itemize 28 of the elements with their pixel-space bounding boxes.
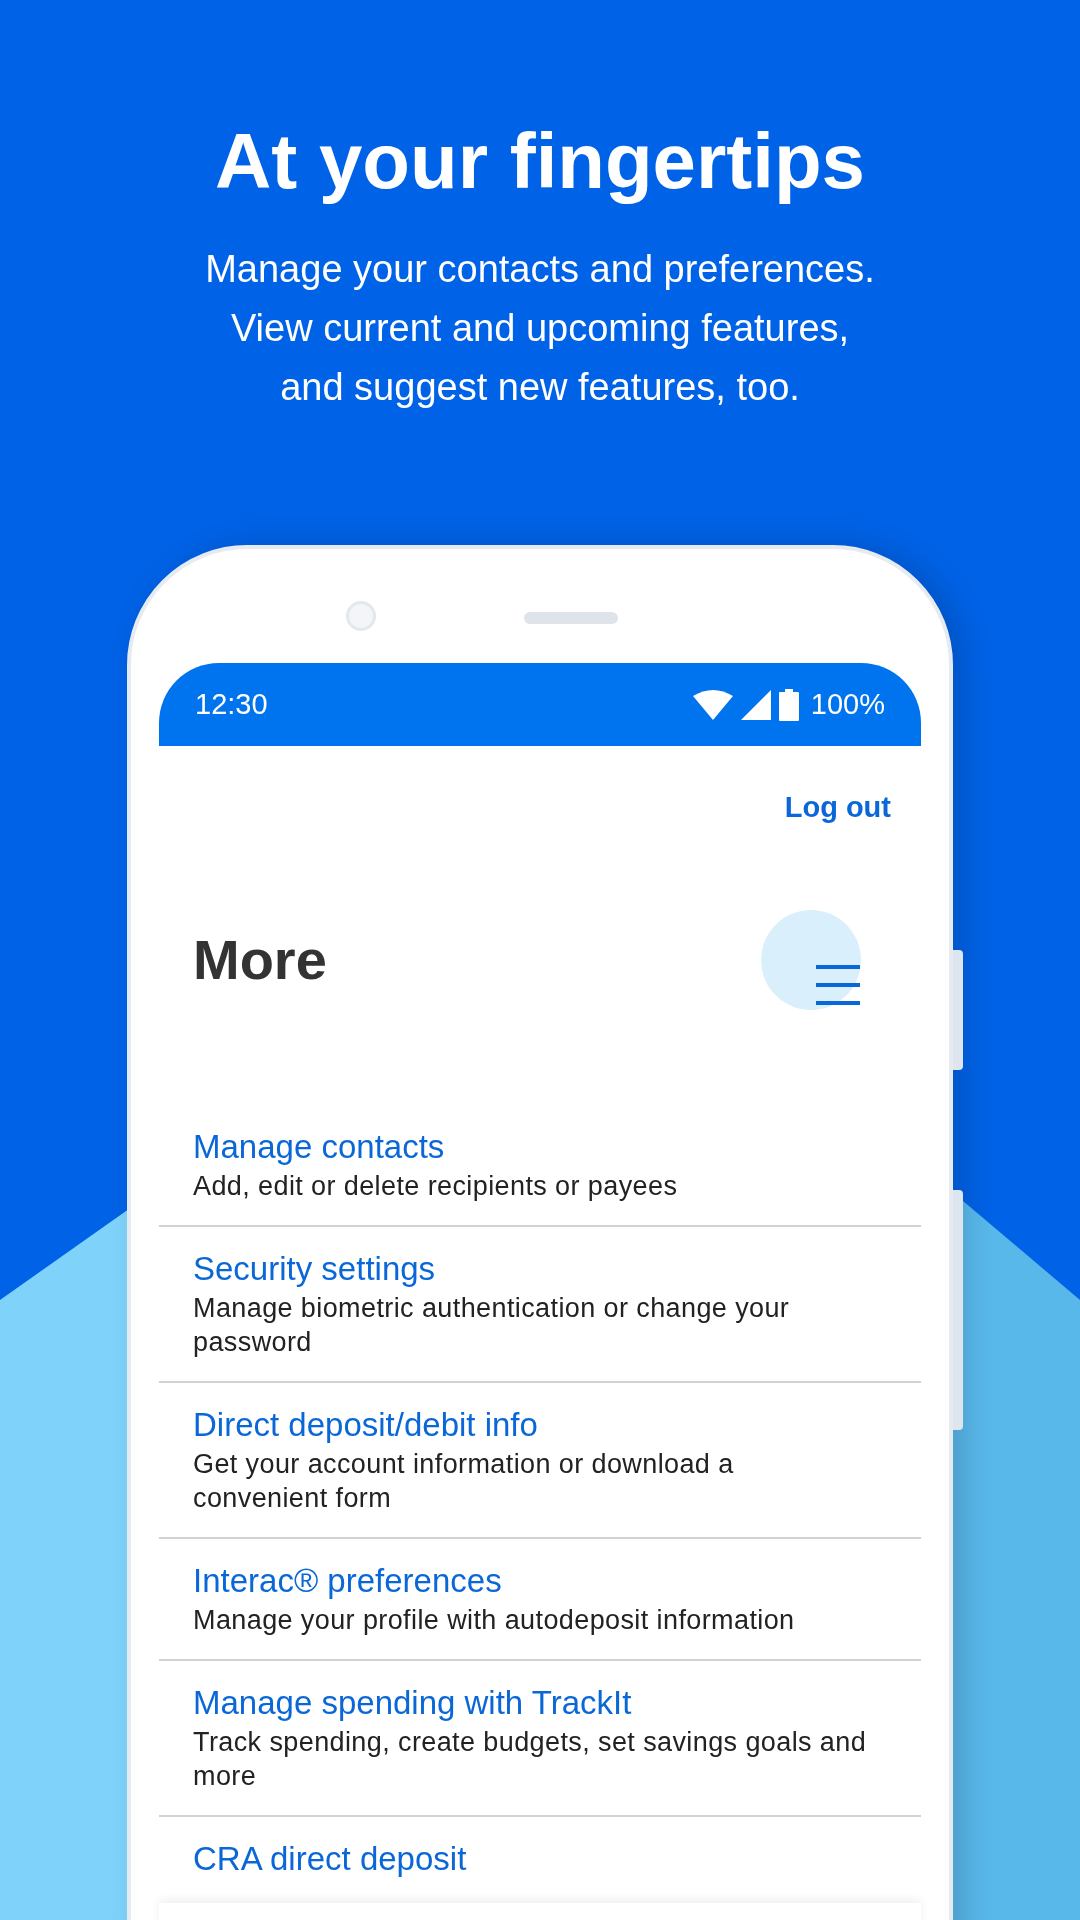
status-time: 12:30	[195, 686, 268, 722]
menu-item[interactable]: Interac® preferences Manage your profile with autodeposit information	[159, 1538, 921, 1661]
menu-item-title: Manage spending with TrackIt	[193, 1682, 633, 1723]
menu-item-title: Direct deposit/debit info	[193, 1404, 539, 1445]
menu-item[interactable]: Security settings Manage biometric authentication or change your password	[159, 1226, 921, 1383]
menu-item-title: Manage contacts	[193, 1126, 446, 1167]
battery-icon	[778, 688, 799, 721]
menu-item[interactable]: Manage contacts Add, edit or delete recipients or payees	[159, 1104, 921, 1227]
menu-item-description: Manage biometric authentication or change your password	[193, 1291, 791, 1359]
menu-item-description: Get your account information or download a convenient form	[193, 1447, 735, 1515]
menu-item-description: Track spending, create budgets, set savings goals and more	[193, 1725, 868, 1793]
menu-icon	[816, 964, 860, 1005]
wifi-icon	[692, 689, 733, 720]
subtitle-line: Manage your contacts and preferences.	[205, 247, 875, 292]
menu-item-description: Manage your profile with autodeposit information	[193, 1603, 796, 1637]
subtitle-line: and suggest new features, too.	[280, 365, 800, 410]
page-title: More	[193, 926, 327, 993]
menu-item[interactable]: CRA direct deposit	[159, 1816, 921, 1903]
menu-item-title: CRA direct deposit	[193, 1838, 468, 1879]
menu-item-description: Add, edit or delete recipients or payees	[193, 1169, 679, 1203]
signal-icon	[740, 689, 771, 720]
menu-item-title: Interac® preferences	[193, 1560, 503, 1601]
logout-link[interactable]: Log out	[784, 786, 891, 830]
menu-item[interactable]: Direct deposit/debit info Get your account information or download a convenient form	[159, 1382, 921, 1539]
battery-percentage: 100%	[810, 686, 885, 722]
menu-item[interactable]: Manage spending with TrackIt Track spending, create budgets, set savings goals and more	[159, 1660, 921, 1817]
subtitle-line: View current and upcoming features,	[230, 306, 850, 351]
menu-item-title: Security settings	[193, 1248, 437, 1289]
